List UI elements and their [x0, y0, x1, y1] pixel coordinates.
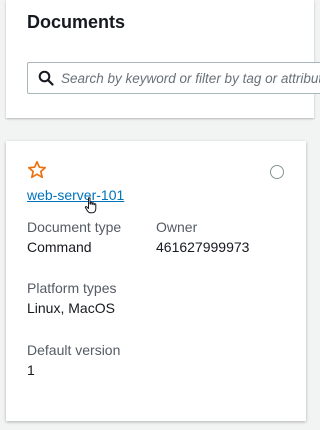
- page-title: Documents: [27, 12, 126, 32]
- platform-types-label: Platform types: [27, 280, 117, 296]
- platform-types-value: Linux, MacOS: [27, 300, 115, 316]
- default-version-value: 1: [27, 362, 35, 378]
- star-icon[interactable]: [27, 160, 47, 180]
- owner-label: Owner: [156, 219, 198, 235]
- search-input[interactable]: [61, 70, 320, 86]
- search-icon: [38, 70, 54, 86]
- hand-pointer-cursor-icon: [84, 197, 97, 214]
- default-version-label: Default version: [27, 342, 121, 358]
- document-type-label: Document type: [27, 219, 122, 235]
- search-box[interactable]: [27, 62, 320, 94]
- document-name-link[interactable]: web-server-101: [27, 186, 124, 204]
- document-card[interactable]: web-server-101 Document type Command Own…: [6, 141, 306, 421]
- document-type-value: Command: [27, 239, 92, 255]
- card-select-radio[interactable]: [270, 165, 284, 179]
- owner-value: 461627999973: [156, 239, 250, 255]
- documents-header-panel: Documents: [6, 0, 320, 118]
